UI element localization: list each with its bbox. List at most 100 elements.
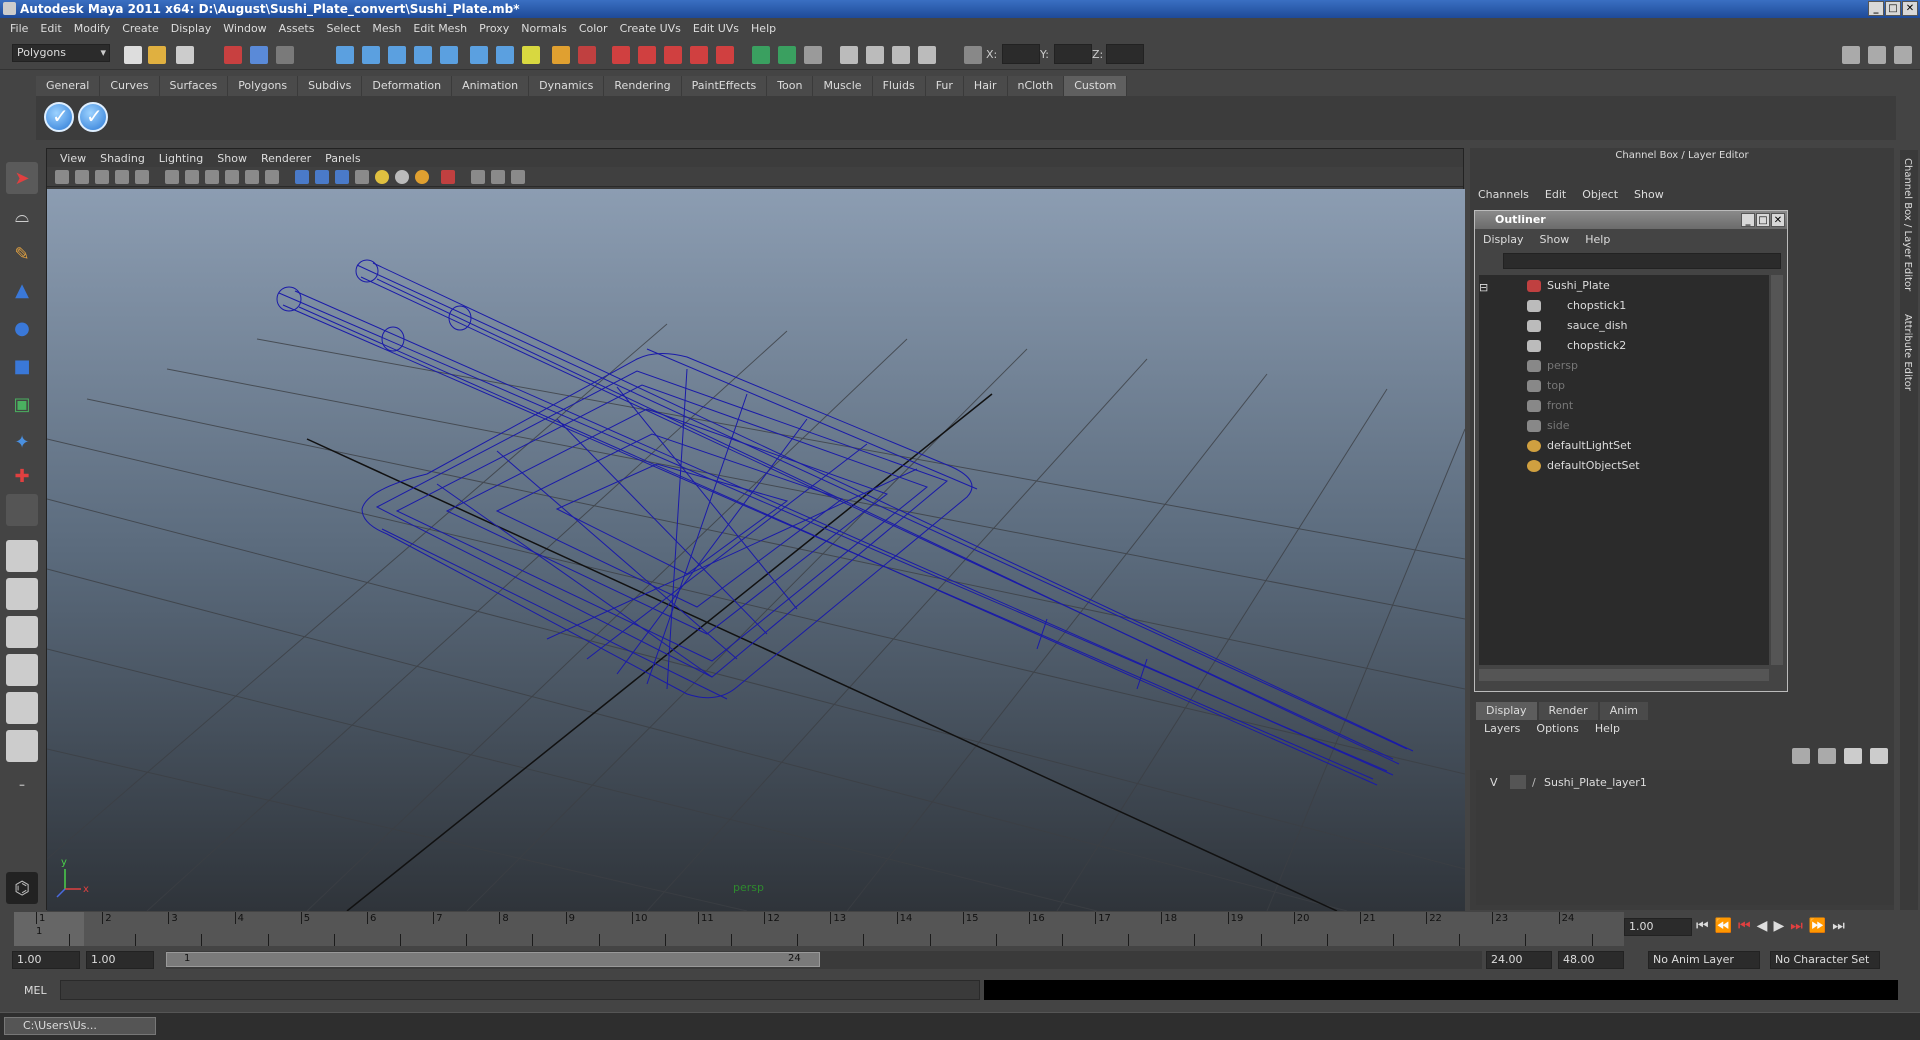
shelf-tab-deformation[interactable]: Deformation — [362, 76, 453, 96]
outliner-expand-toggle[interactable]: ⊟ — [1479, 279, 1488, 297]
layer-help-menu[interactable]: Help — [1587, 722, 1628, 735]
step-forward-frame-icon[interactable]: ⏩ — [1809, 918, 1826, 938]
show-manipulator-icon[interactable]: ✚ — [6, 460, 38, 492]
ambient-occlusion-icon[interactable] — [511, 170, 525, 184]
attribute-editor-icon[interactable] — [840, 46, 858, 64]
current-frame-marker[interactable]: 1 — [14, 912, 84, 946]
isolate-icon[interactable] — [265, 170, 279, 184]
time-slider[interactable]: 1 1 2 3 4 5 6 7 8 9 10 11 12 13 14 15 16 17 18 19 20 21 22 23 2… — [14, 912, 1624, 946]
shelf-tab-subdivs[interactable]: Subdivs — [298, 76, 363, 96]
shelf-tab-toon[interactable]: Toon — [767, 76, 814, 96]
select-hierarchy-icon[interactable] — [224, 46, 242, 64]
toggle-channel-box-icon[interactable] — [1894, 46, 1912, 64]
snap-view-plane-icon[interactable] — [414, 46, 432, 64]
step-back-frame-icon[interactable]: ⏪ — [1715, 918, 1732, 938]
scale-tool-icon[interactable]: ■ — [6, 350, 38, 382]
outliner-titlebar[interactable]: Outliner _ □ ✕ — [1475, 211, 1787, 229]
paint-select-tool-icon[interactable]: ✎ — [6, 238, 38, 270]
character-set-dropdown[interactable]: No Character Set — [1770, 951, 1880, 969]
channel-box-side-tab[interactable]: Channel Box / Layer Editor — [1902, 158, 1913, 291]
lock-icon[interactable] — [552, 46, 570, 64]
step-back-key-icon[interactable]: ⏮ — [1738, 918, 1751, 938]
viewport-menu-panels[interactable]: Panels — [318, 152, 367, 165]
outliner-minimize-button[interactable]: _ — [1741, 213, 1755, 227]
menu-modify[interactable]: Modify — [68, 22, 116, 35]
outliner-show-menu[interactable]: Show — [1532, 231, 1578, 249]
help-icon[interactable] — [522, 46, 540, 64]
menu-help[interactable]: Help — [745, 22, 782, 35]
snap-point-icon[interactable] — [388, 46, 406, 64]
playback-start-field[interactable]: 1.00 — [86, 951, 154, 969]
toggle-tool-settings-icon[interactable] — [1868, 46, 1886, 64]
viewport-menu-view[interactable]: View — [53, 152, 93, 165]
image-plane-icon[interactable] — [115, 170, 129, 184]
outliner-maximize-button[interactable]: □ — [1756, 213, 1770, 227]
history-icon[interactable] — [470, 46, 488, 64]
layer-visibility-toggle[interactable]: V — [1490, 776, 1510, 789]
mode-selector[interactable]: Polygons — [12, 44, 110, 62]
animation-end-field[interactable]: 48.00 — [1558, 951, 1624, 969]
persp-graph-hypershade-layout-icon[interactable] — [6, 730, 38, 762]
menu-file[interactable]: File — [4, 22, 34, 35]
input-ops-icon[interactable] — [496, 46, 514, 64]
layer-type-toggle[interactable] — [1510, 775, 1526, 789]
viewport-menu-renderer[interactable]: Renderer — [254, 152, 318, 165]
layer-tab-render[interactable]: Render — [1538, 702, 1598, 720]
show-ui-icon[interactable] — [918, 46, 936, 64]
snap-curve-icon[interactable] — [362, 46, 380, 64]
rename-icon[interactable] — [778, 46, 796, 64]
y-field[interactable] — [1054, 44, 1092, 64]
toggle-attribute-editor-icon[interactable] — [1842, 46, 1860, 64]
shelf-tab-animation[interactable]: Animation — [452, 76, 530, 96]
shadows-icon[interactable] — [415, 170, 429, 184]
make-live-icon[interactable] — [440, 46, 458, 64]
layer-row[interactable]: V / Sushi_Plate_layer1 — [1476, 772, 1894, 792]
select-tool-icon[interactable]: ➤ — [6, 162, 38, 194]
all-lights-icon[interactable] — [395, 170, 409, 184]
safe-title-icon[interactable] — [225, 170, 239, 184]
menu-proxy[interactable]: Proxy — [473, 22, 515, 35]
menu-color[interactable]: Color — [573, 22, 614, 35]
close-button[interactable]: ✕ — [1902, 1, 1918, 16]
shelf-tab-dynamics[interactable]: Dynamics — [529, 76, 605, 96]
custom-check-icon-1[interactable] — [44, 102, 74, 132]
shelf-tab-fur[interactable]: Fur — [925, 76, 964, 96]
render-region-icon[interactable] — [578, 46, 596, 64]
outliner-filter-field[interactable] — [1503, 253, 1781, 269]
save-scene-icon[interactable] — [176, 46, 194, 64]
bookmark-icon[interactable] — [95, 170, 109, 184]
open-scene-icon[interactable] — [148, 46, 166, 64]
move-layer-down-icon[interactable] — [1818, 748, 1836, 764]
outliner-item[interactable]: persp — [1527, 357, 1578, 375]
outliner-item[interactable]: defaultObjectSet — [1527, 457, 1640, 475]
playback-end-field[interactable]: 24.00 — [1486, 951, 1552, 969]
tool-settings-icon[interactable] — [866, 46, 884, 64]
select-camera-icon[interactable] — [55, 170, 69, 184]
channels-menu[interactable]: Channels — [1470, 188, 1537, 201]
select-component-icon[interactable] — [276, 46, 294, 64]
anim-layer-dropdown[interactable]: No Anim Layer — [1648, 951, 1760, 969]
z-field[interactable] — [1106, 44, 1144, 64]
layout-options-icon[interactable]: - — [6, 768, 38, 800]
render-settings-icon[interactable] — [664, 46, 682, 64]
input-line-icon[interactable] — [752, 46, 770, 64]
snap-grid-icon[interactable] — [336, 46, 354, 64]
shelf-tab-fluids[interactable]: Fluids — [872, 76, 926, 96]
cb-edit-menu[interactable]: Edit — [1537, 188, 1574, 201]
shelf-tab-painteffects[interactable]: PaintEffects — [681, 76, 768, 96]
new-scene-icon[interactable] — [124, 46, 142, 64]
menu-edit-mesh[interactable]: Edit Mesh — [407, 22, 473, 35]
outliner-item[interactable]: front — [1527, 397, 1573, 415]
viewport-menu-shading[interactable]: Shading — [93, 152, 152, 165]
animation-start-field[interactable]: 1.00 — [12, 951, 80, 969]
outliner-item[interactable]: sauce_dish — [1527, 317, 1628, 335]
range-slider-handle[interactable] — [166, 952, 820, 967]
maximize-button[interactable]: □ — [1885, 1, 1901, 16]
attribute-editor-side-tab[interactable]: Attribute Editor — [1902, 314, 1913, 391]
wireframe-icon[interactable] — [295, 170, 309, 184]
x-field[interactable] — [1002, 44, 1040, 64]
go-to-start-icon[interactable]: ⏮ — [1696, 918, 1709, 938]
shelf-tab-ncloth[interactable]: nCloth — [1007, 76, 1065, 96]
outliner-item[interactable]: side — [1527, 417, 1570, 435]
menu-edit[interactable]: Edit — [34, 22, 67, 35]
